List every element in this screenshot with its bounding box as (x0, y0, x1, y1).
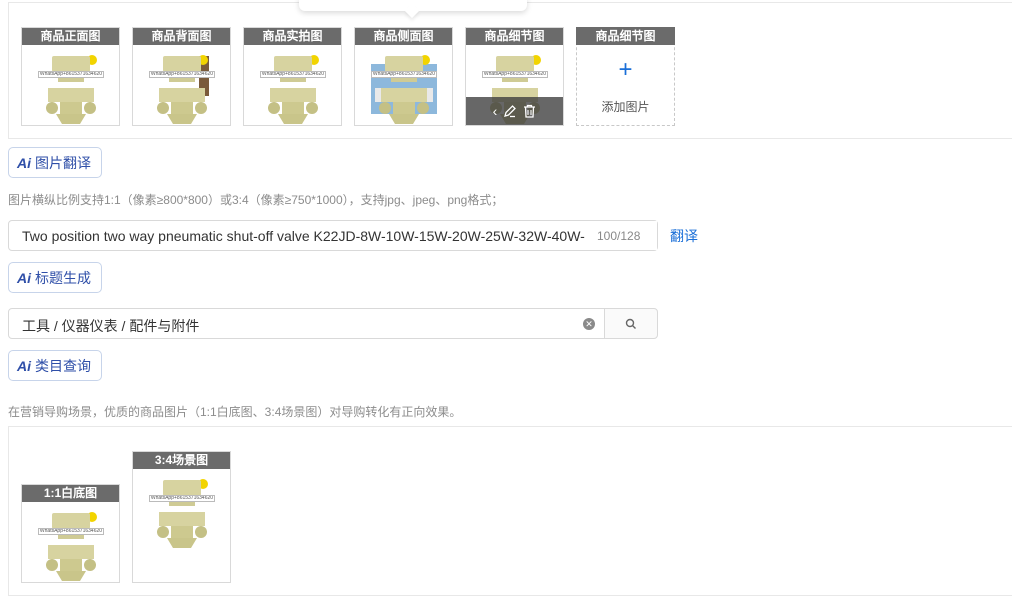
image-format-hint: 图片横纵比例支持1:1（像素≥800*800）或3:4（像素≥750*1000）… (8, 193, 504, 207)
chevron-left-icon[interactable]: ‹ (493, 103, 498, 119)
edit-icon[interactable] (503, 104, 517, 118)
scene-image[interactable]: WhatsApp+8615371634620 3:4场景图 (132, 451, 231, 583)
title-generate-button[interactable]: Ai 标题生成 (8, 262, 102, 293)
product-photo (149, 52, 215, 125)
add-image-caption: 商品细节图 (576, 27, 675, 45)
image-caption: 商品正面图 (22, 28, 119, 45)
image-caption: 商品背面图 (133, 28, 230, 45)
product-image-3[interactable]: WhatsApp+8615371634620 商品实拍图 (243, 27, 342, 126)
tooltip (299, 0, 527, 19)
search-icon (625, 318, 636, 329)
watermark-text: WhatsApp+8615371634620 (482, 71, 548, 78)
product-image-1[interactable]: WhatsApp+8615371634620 商品正面图 (21, 27, 120, 126)
watermark-text: WhatsApp+8615371634620 (38, 71, 104, 78)
product-image-5[interactable]: WhatsApp+8615371634620 商品细节图 ‹ (465, 27, 564, 126)
watermark-text: WhatsApp+8615371634620 (371, 71, 437, 78)
category-select[interactable]: 工具 / 仪器仪表 / 配件与附件 ✕ (8, 308, 605, 339)
ai-icon: Ai (17, 154, 31, 171)
product-photo (371, 52, 437, 125)
title-generate-label: 标题生成 (35, 269, 91, 286)
ai-icon: Ai (17, 357, 31, 374)
plus-icon: + (618, 56, 633, 83)
translate-link[interactable]: 翻译 (670, 226, 698, 246)
category-query-label: 类目查询 (35, 357, 91, 374)
image-action-bar: ‹ (466, 97, 563, 125)
tooltip-arrow (404, 3, 420, 19)
title-char-counter: 100/128 (589, 221, 657, 250)
product-photo (38, 52, 104, 125)
product-photo (38, 509, 104, 582)
image-caption: 商品细节图 (466, 28, 563, 45)
watermark-text: WhatsApp+8615371634620 (149, 495, 215, 502)
product-image-2[interactable]: WhatsApp+8615371634620 商品背面图 (132, 27, 231, 126)
image-caption: 商品实拍图 (244, 28, 341, 45)
title-input[interactable]: Two position two way pneumatic shut-off … (8, 220, 658, 251)
image-caption: 1:1白底图 (22, 485, 119, 502)
image-caption: 3:4场景图 (133, 452, 230, 469)
white-bg-image[interactable]: WhatsApp+8615371634620 1:1白底图 (21, 484, 120, 583)
category-query-button[interactable]: Ai 类目查询 (8, 350, 102, 381)
clear-icon[interactable]: ✕ (583, 318, 595, 330)
image-translate-label: 图片翻译 (35, 154, 91, 171)
category-value: 工具 / 仪器仪表 / 配件与附件 (22, 318, 200, 334)
watermark-text: WhatsApp+8615371634620 (260, 71, 326, 78)
image-caption: 商品侧面图 (355, 28, 452, 45)
category-search-button[interactable] (604, 308, 658, 339)
add-image-button[interactable]: 商品细节图 + 添加图片 (576, 27, 675, 126)
product-image-4[interactable]: WhatsApp+8615371634620 商品侧面图 (354, 27, 453, 126)
ai-icon: Ai (17, 269, 31, 286)
marketing-hint: 在营销导购场景，优质的商品图片（1:1白底图、3:4场景图）对导购转化有正向效果… (8, 405, 462, 419)
product-photo (260, 52, 326, 125)
watermark-text: WhatsApp+8615371634620 (38, 528, 104, 535)
watermark-text: WhatsApp+8615371634620 (149, 71, 215, 78)
image-translate-button[interactable]: Ai 图片翻译 (8, 147, 102, 178)
add-image-label: 添加图片 (601, 100, 650, 114)
trash-icon[interactable] (523, 104, 536, 118)
title-input-value: Two position two way pneumatic shut-off … (22, 228, 585, 244)
product-photo (149, 476, 215, 550)
